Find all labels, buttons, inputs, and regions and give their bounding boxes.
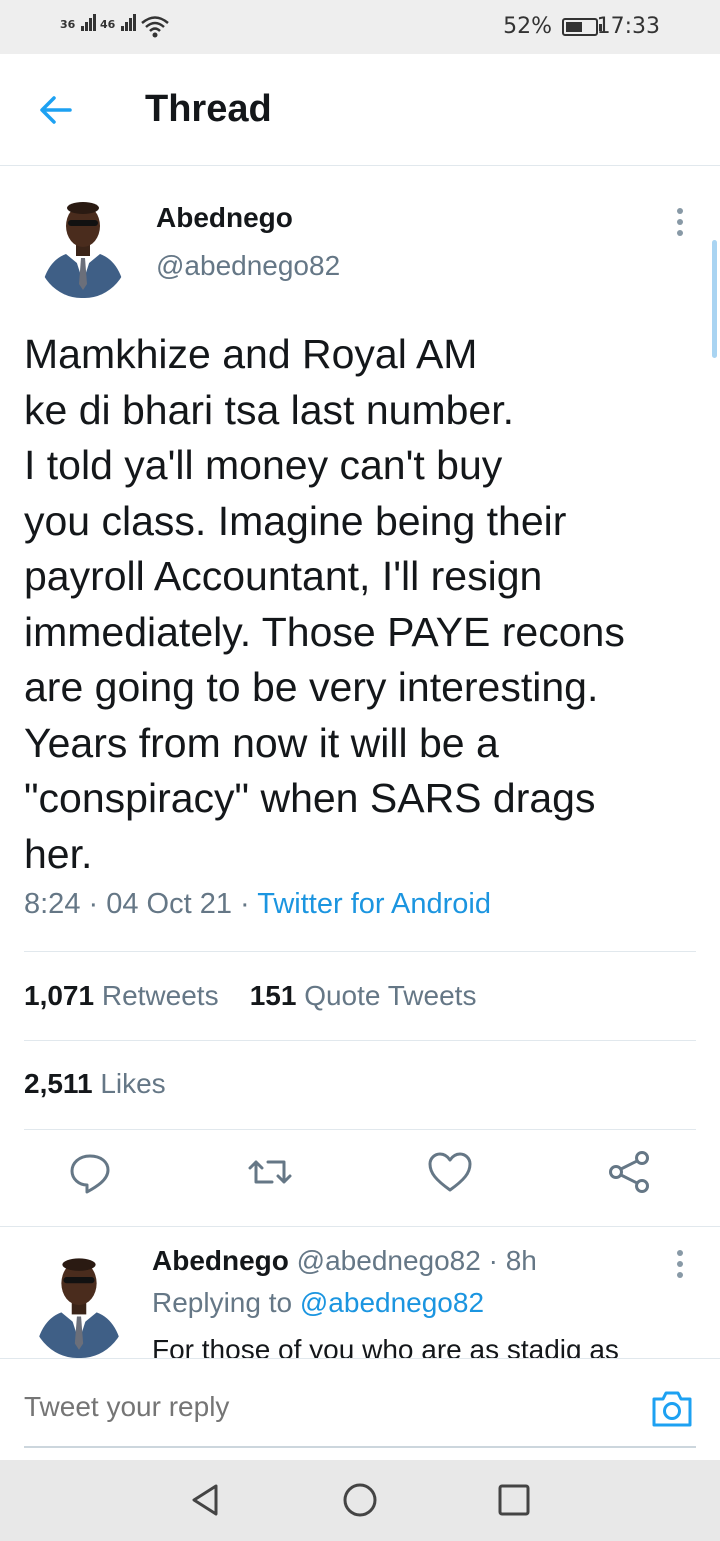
meta-separator: · <box>80 888 107 920</box>
scrollbar[interactable] <box>712 240 717 358</box>
quote-tweets-link[interactable]: 151 Quote Tweets <box>250 980 477 1011</box>
tweet-text: Mamkhize and Royal AM ke di bhari tsa la… <box>24 331 625 877</box>
quote-tweets-label: Quote Tweets <box>304 980 477 1011</box>
system-nav-bar <box>0 1460 720 1541</box>
status-bar: 36 46 52% 17:33 <box>0 0 720 54</box>
wifi-icon <box>141 16 169 38</box>
more-options-icon[interactable] <box>676 208 684 238</box>
likes-count: 2,511 <box>24 1068 93 1099</box>
reply-age: · 8h <box>488 1245 537 1276</box>
signal-strength-2: 46 <box>100 14 137 31</box>
replying-to-label: Replying to <box>152 1287 293 1318</box>
reply-input[interactable] <box>24 1391 624 1423</box>
nav-home-icon[interactable] <box>340 1480 380 1520</box>
thread-header: Thread <box>0 54 720 166</box>
nav-recents-icon[interactable] <box>494 1480 534 1520</box>
battery-percentage: 52% <box>503 14 552 39</box>
author-name[interactable]: Abednego <box>156 202 293 234</box>
reply-text-container: For those of you who are as stadig as <box>152 1330 712 1358</box>
tweet-meta: 8:24 · 04 Oct 21 · Twitter for Android <box>24 888 491 921</box>
reply-composer <box>0 1358 720 1458</box>
tweet-actions <box>0 1148 720 1208</box>
retweets-label: Retweets <box>101 980 219 1011</box>
network-type-label: 36 <box>60 18 76 31</box>
share-icon[interactable] <box>606 1148 654 1196</box>
reply-author-handle[interactable]: @abednego82 <box>297 1245 481 1276</box>
reply-author-name[interactable]: Abednego <box>152 1245 289 1276</box>
reply-icon[interactable] <box>66 1148 114 1196</box>
signal-strength-1: 36 <box>60 14 97 31</box>
author-handle[interactable]: @abednego82 <box>156 250 340 282</box>
camera-icon[interactable] <box>650 1387 694 1431</box>
tweet-date: 04 Oct 21 <box>106 888 232 920</box>
likes-label: Likes <box>100 1068 166 1099</box>
replying-to-handle[interactable]: @abednego82 <box>300 1287 484 1318</box>
retweets-link[interactable]: 1,071 Retweets <box>24 980 219 1011</box>
divider <box>24 1129 696 1130</box>
signal-bars-icon <box>121 14 137 31</box>
more-options-icon[interactable] <box>676 1250 684 1280</box>
clock: 17:33 <box>596 14 660 39</box>
likes-stats[interactable]: 2,511 Likes <box>24 1068 166 1100</box>
replying-to: Replying to @abednego82 <box>152 1287 484 1319</box>
reply-text: For those of you who are as stadig as <box>152 1334 619 1358</box>
heart-icon[interactable] <box>426 1148 474 1196</box>
retweet-stats: 1,071 Retweets 151 Quote Tweets <box>24 980 476 1012</box>
signal-bars-icon <box>81 14 97 31</box>
reply-header: Abednego @abednego82 · 8h <box>152 1245 537 1277</box>
author-avatar[interactable] <box>36 192 130 298</box>
quote-tweets-count: 151 <box>249 980 297 1011</box>
input-underline <box>24 1446 696 1448</box>
retweet-icon[interactable] <box>246 1148 294 1196</box>
retweets-count: 1,071 <box>24 980 95 1011</box>
nav-back-icon[interactable] <box>186 1480 226 1520</box>
tweet-source-link[interactable]: Twitter for Android <box>257 888 491 920</box>
arrow-left-icon[interactable] <box>36 90 76 130</box>
reply-author-avatar[interactable] <box>30 1248 128 1358</box>
meta-separator: · <box>231 888 258 920</box>
divider <box>24 1040 696 1041</box>
network-type-label: 46 <box>100 18 116 31</box>
divider <box>0 1226 720 1227</box>
battery-icon <box>562 18 602 36</box>
tweet-time: 8:24 <box>24 888 81 920</box>
divider <box>24 951 696 952</box>
page-title: Thread <box>145 88 272 130</box>
